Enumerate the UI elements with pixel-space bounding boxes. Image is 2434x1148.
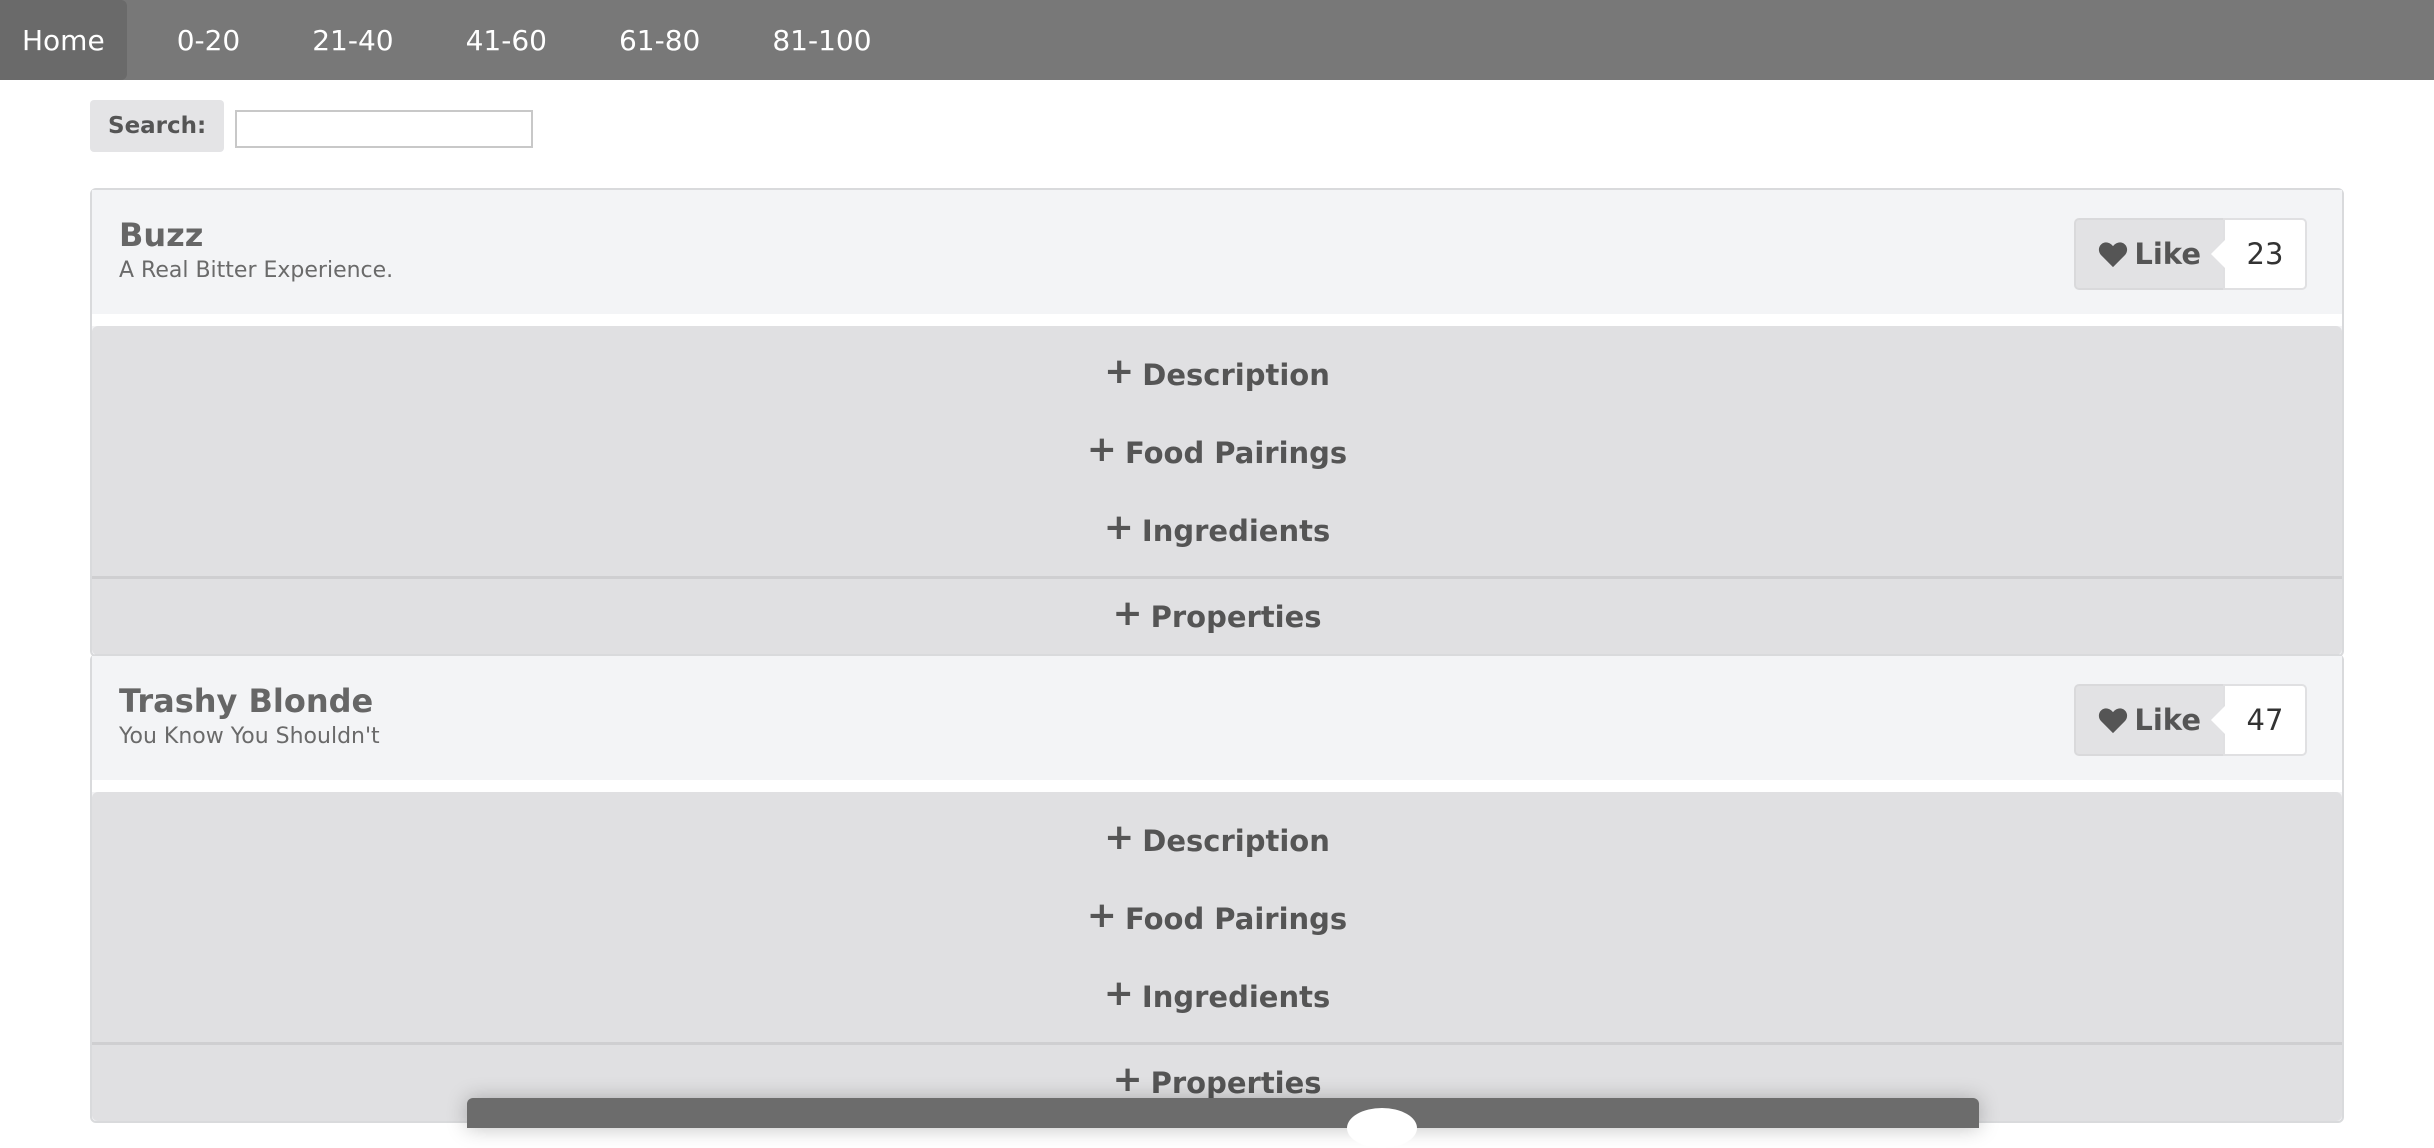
search-bar: Search: xyxy=(90,100,534,152)
heart-icon xyxy=(2099,708,2128,734)
nav-home[interactable]: Home xyxy=(0,0,127,80)
beer-name: Buzz xyxy=(119,216,204,254)
nav-61-80[interactable]: 61-80 xyxy=(597,0,722,80)
accordion-ingredients[interactable]: + Ingredients xyxy=(92,492,2342,570)
nav-21-40[interactable]: 21-40 xyxy=(290,0,415,80)
heart-icon xyxy=(2099,242,2128,268)
like-button[interactable]: Like xyxy=(2074,684,2223,756)
plus-icon: + xyxy=(1112,592,1143,634)
plus-icon: + xyxy=(1112,1058,1143,1100)
accordion-label: Properties xyxy=(1150,1066,1322,1100)
nav-81-100[interactable]: 81-100 xyxy=(750,0,893,80)
like-count: 47 xyxy=(2211,684,2307,756)
plus-icon: + xyxy=(1103,506,1134,548)
like-button[interactable]: Like xyxy=(2074,218,2223,290)
accordion: + Description + Food Pairings + Ingredie… xyxy=(92,792,2342,1042)
accordion-label: Food Pairings xyxy=(1124,902,1348,936)
accordion-label: Ingredients xyxy=(1141,980,1331,1014)
accordion-ingredients[interactable]: + Ingredients xyxy=(92,958,2342,1036)
accordion-properties[interactable]: + Properties xyxy=(92,576,2342,655)
bottom-overlay-bar xyxy=(467,1098,1979,1148)
accordion-label: Properties xyxy=(1150,600,1322,634)
plus-icon: + xyxy=(1104,816,1135,858)
top-nav: Home 0-20 21-40 41-60 61-80 81-100 xyxy=(0,0,2434,80)
like-widget: Like 23 xyxy=(2074,218,2307,290)
beer-card: Trashy Blonde You Know You Shouldn't Lik… xyxy=(90,654,2344,1123)
accordion: + Description + Food Pairings + Ingredie… xyxy=(92,326,2342,576)
beer-card-header: Buzz A Real Bitter Experience. Like 23 xyxy=(92,190,2342,326)
accordion-label: Food Pairings xyxy=(1124,436,1348,470)
nav-41-60[interactable]: 41-60 xyxy=(444,0,569,80)
like-label: Like xyxy=(2134,703,2201,737)
plus-icon: + xyxy=(1086,428,1117,470)
like-count: 23 xyxy=(2211,218,2307,290)
search-input[interactable] xyxy=(235,110,534,148)
accordion-label: Ingredients xyxy=(1141,514,1331,548)
accordion-food-pairings[interactable]: + Food Pairings xyxy=(92,414,2342,492)
like-label: Like xyxy=(2134,237,2201,271)
plus-icon: + xyxy=(1104,350,1135,392)
plus-icon: + xyxy=(1086,894,1117,936)
beer-tagline: You Know You Shouldn't xyxy=(119,724,380,749)
beer-tagline: A Real Bitter Experience. xyxy=(119,258,394,283)
accordion-description[interactable]: + Description xyxy=(92,336,2342,414)
beer-card: Buzz A Real Bitter Experience. Like 23 +… xyxy=(90,188,2344,657)
beer-card-header: Trashy Blonde You Know You Shouldn't Lik… xyxy=(92,656,2342,792)
beer-name: Trashy Blonde xyxy=(119,682,374,720)
like-widget: Like 47 xyxy=(2074,684,2307,756)
accordion-food-pairings[interactable]: + Food Pairings xyxy=(92,880,2342,958)
search-label: Search: xyxy=(90,100,225,152)
nav-0-20[interactable]: 0-20 xyxy=(155,0,263,80)
accordion-description[interactable]: + Description xyxy=(92,802,2342,880)
accordion-label: Description xyxy=(1142,358,1330,392)
plus-icon: + xyxy=(1103,972,1134,1014)
overlay-circle xyxy=(1347,1108,1417,1148)
accordion-label: Description xyxy=(1142,824,1330,858)
